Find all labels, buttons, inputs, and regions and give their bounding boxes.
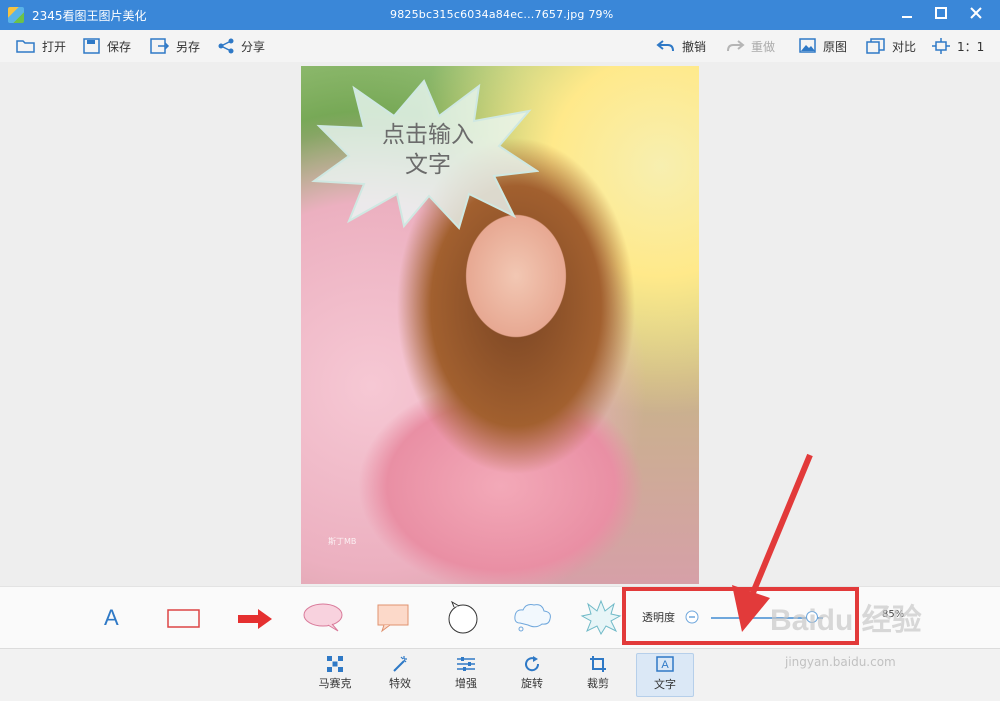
crop-tool-label: 裁剪: [587, 677, 609, 690]
rotate-tool-label: 旋转: [521, 677, 543, 690]
share-label: 分享: [241, 39, 266, 54]
rectangle-sticker[interactable]: [167, 609, 201, 629]
baidu-watermark-url: jingyan.baidu.com: [785, 655, 896, 669]
save-as-label: 另存: [176, 39, 201, 54]
rotate-tool-button[interactable]: 旋转: [504, 653, 560, 695]
share-button[interactable]: 分享: [217, 37, 265, 55]
mosaic-tool-button[interactable]: 马赛克: [307, 653, 363, 695]
image-icon: [799, 38, 816, 53]
enhance-tool-button[interactable]: 增强: [438, 653, 494, 695]
crop-icon: [590, 656, 606, 672]
text-tool-label: 文字: [654, 678, 676, 691]
mosaic-tool-label: 马赛克: [318, 677, 352, 690]
app-title: 2345看图王图片美化: [32, 9, 147, 23]
title-bar: 2345看图王图片美化 9825bc315c6034a84ec...7657.j…: [0, 0, 1000, 30]
arrow-sticker[interactable]: [236, 607, 274, 631]
svg-text:A: A: [661, 659, 669, 671]
close-button[interactable]: [962, 4, 990, 26]
image-canvas[interactable]: 点击输入 文字 斯丁MB: [0, 62, 1000, 586]
redo-button[interactable]: 重做: [725, 37, 775, 55]
compare-icon: [866, 38, 885, 54]
burst-sticker[interactable]: [580, 599, 622, 635]
bubble-text-line-1: 点击输入: [382, 122, 474, 148]
undo-label: 撤销: [682, 39, 707, 54]
file-title: 9825bc315c6034a84ec...7657.jpg 79%: [390, 8, 614, 21]
magic-wand-icon: [393, 656, 407, 672]
share-icon: [218, 38, 234, 54]
bubble-text[interactable]: 点击输入 文字: [343, 120, 513, 180]
save-label: 保存: [107, 39, 132, 54]
mosaic-icon: [327, 656, 343, 672]
toolbar: 打开 保存 另存 分享 撤销 重做 原图 对比 1：1: [0, 30, 1000, 63]
crop-tool-button[interactable]: 裁剪: [570, 653, 626, 695]
undo-button[interactable]: 撤销: [656, 37, 706, 55]
app-logo-icon: [8, 7, 24, 23]
text-tool-button[interactable]: A 文字: [636, 653, 694, 697]
actual-size-button[interactable]: 1：1: [931, 37, 984, 55]
effects-tool-button[interactable]: 特效: [372, 653, 428, 695]
minimize-icon: [902, 16, 912, 18]
fit-size-icon: [932, 38, 950, 54]
folder-open-icon: [16, 40, 35, 53]
save-button[interactable]: 保存: [83, 37, 131, 55]
round-bubble-sticker[interactable]: [444, 601, 482, 635]
enhance-tool-label: 增强: [455, 677, 477, 690]
original-button[interactable]: 原图: [799, 37, 847, 55]
minimize-button[interactable]: [893, 4, 921, 26]
compare-button[interactable]: 对比: [866, 37, 916, 55]
photo[interactable]: 点击输入 文字 斯丁MB: [301, 66, 699, 584]
peach-box-sticker[interactable]: [376, 603, 412, 633]
cloud-bubble-sticker[interactable]: [512, 601, 554, 635]
rotate-icon: [525, 656, 540, 672]
save-icon: [83, 38, 100, 54]
bubble-text-line-2: 文字: [405, 152, 451, 178]
maximize-button[interactable]: [927, 4, 955, 26]
plain-text-sticker[interactable]: A: [104, 605, 119, 631]
close-icon: [970, 7, 982, 19]
sliders-icon: [457, 657, 475, 671]
maximize-icon: [935, 7, 947, 19]
text-icon: A: [656, 656, 674, 672]
undo-icon: [656, 40, 674, 52]
compare-label: 对比: [892, 39, 917, 54]
photo-watermark: 斯丁MB: [328, 537, 357, 546]
save-as-icon: [150, 38, 170, 54]
baidu-watermark: Baidu 经验: [770, 604, 922, 637]
original-label: 原图: [823, 39, 848, 54]
actual-size-label: 1：1: [957, 39, 985, 54]
pink-bubble-sticker[interactable]: [302, 601, 344, 633]
redo-label: 重做: [751, 39, 776, 54]
redo-icon: [727, 40, 745, 52]
open-label: 打开: [42, 39, 67, 54]
effects-tool-label: 特效: [389, 677, 411, 690]
save-as-button[interactable]: 另存: [150, 37, 200, 55]
open-button[interactable]: 打开: [16, 37, 66, 55]
